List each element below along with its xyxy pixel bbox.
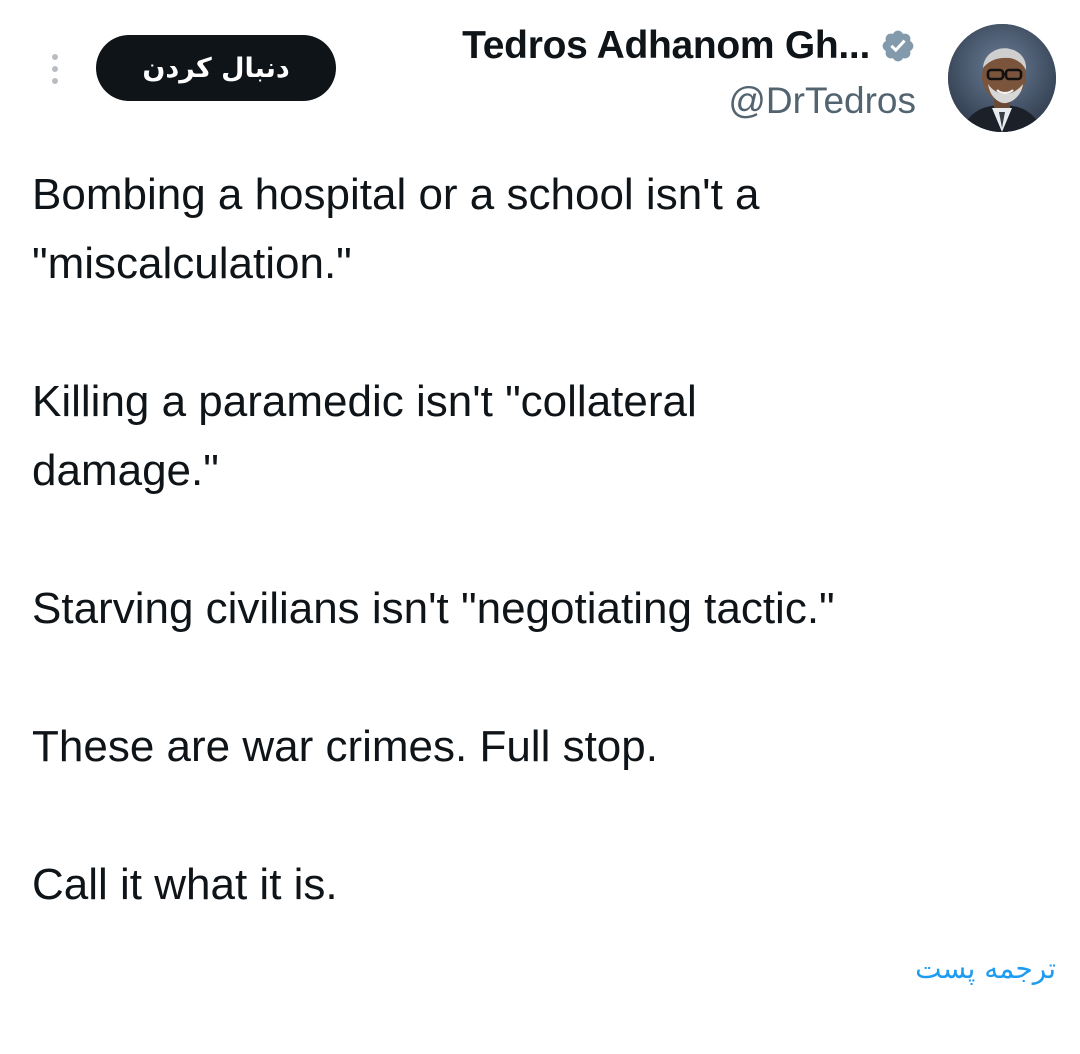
author-name-row: Tedros Adhanom Gh... — [462, 24, 916, 68]
tweet-paragraph: Bombing a hospital or a school isn't a "… — [32, 170, 760, 288]
verified-badge-icon[interactable] — [880, 28, 916, 64]
more-options-dot — [52, 66, 58, 72]
tweet-text: Bombing a hospital or a school isn't a "… — [32, 160, 1052, 919]
translate-post-link[interactable]: ترجمه پست — [915, 952, 1056, 985]
more-options-dot — [52, 78, 58, 84]
tweet-paragraph: Killing a paramedic isn't "collateral da… — [32, 377, 697, 495]
tweet-paragraph: These are war crimes. Full stop. — [32, 722, 658, 771]
author-info[interactable]: Tedros Adhanom Gh... @DrTedros — [462, 24, 916, 122]
follow-button[interactable]: دنبال کردن — [96, 35, 336, 101]
avatar[interactable] — [948, 24, 1056, 132]
tweet-paragraph: Call it what it is. — [32, 860, 338, 909]
more-options-icon[interactable] — [40, 46, 70, 92]
author-handle[interactable]: @DrTedros — [462, 80, 916, 122]
tweet-paragraph: Starving civilians isn't "negotiating ta… — [32, 584, 835, 633]
more-options-dot — [52, 54, 58, 60]
author-display-name[interactable]: Tedros Adhanom Gh... — [462, 24, 870, 68]
